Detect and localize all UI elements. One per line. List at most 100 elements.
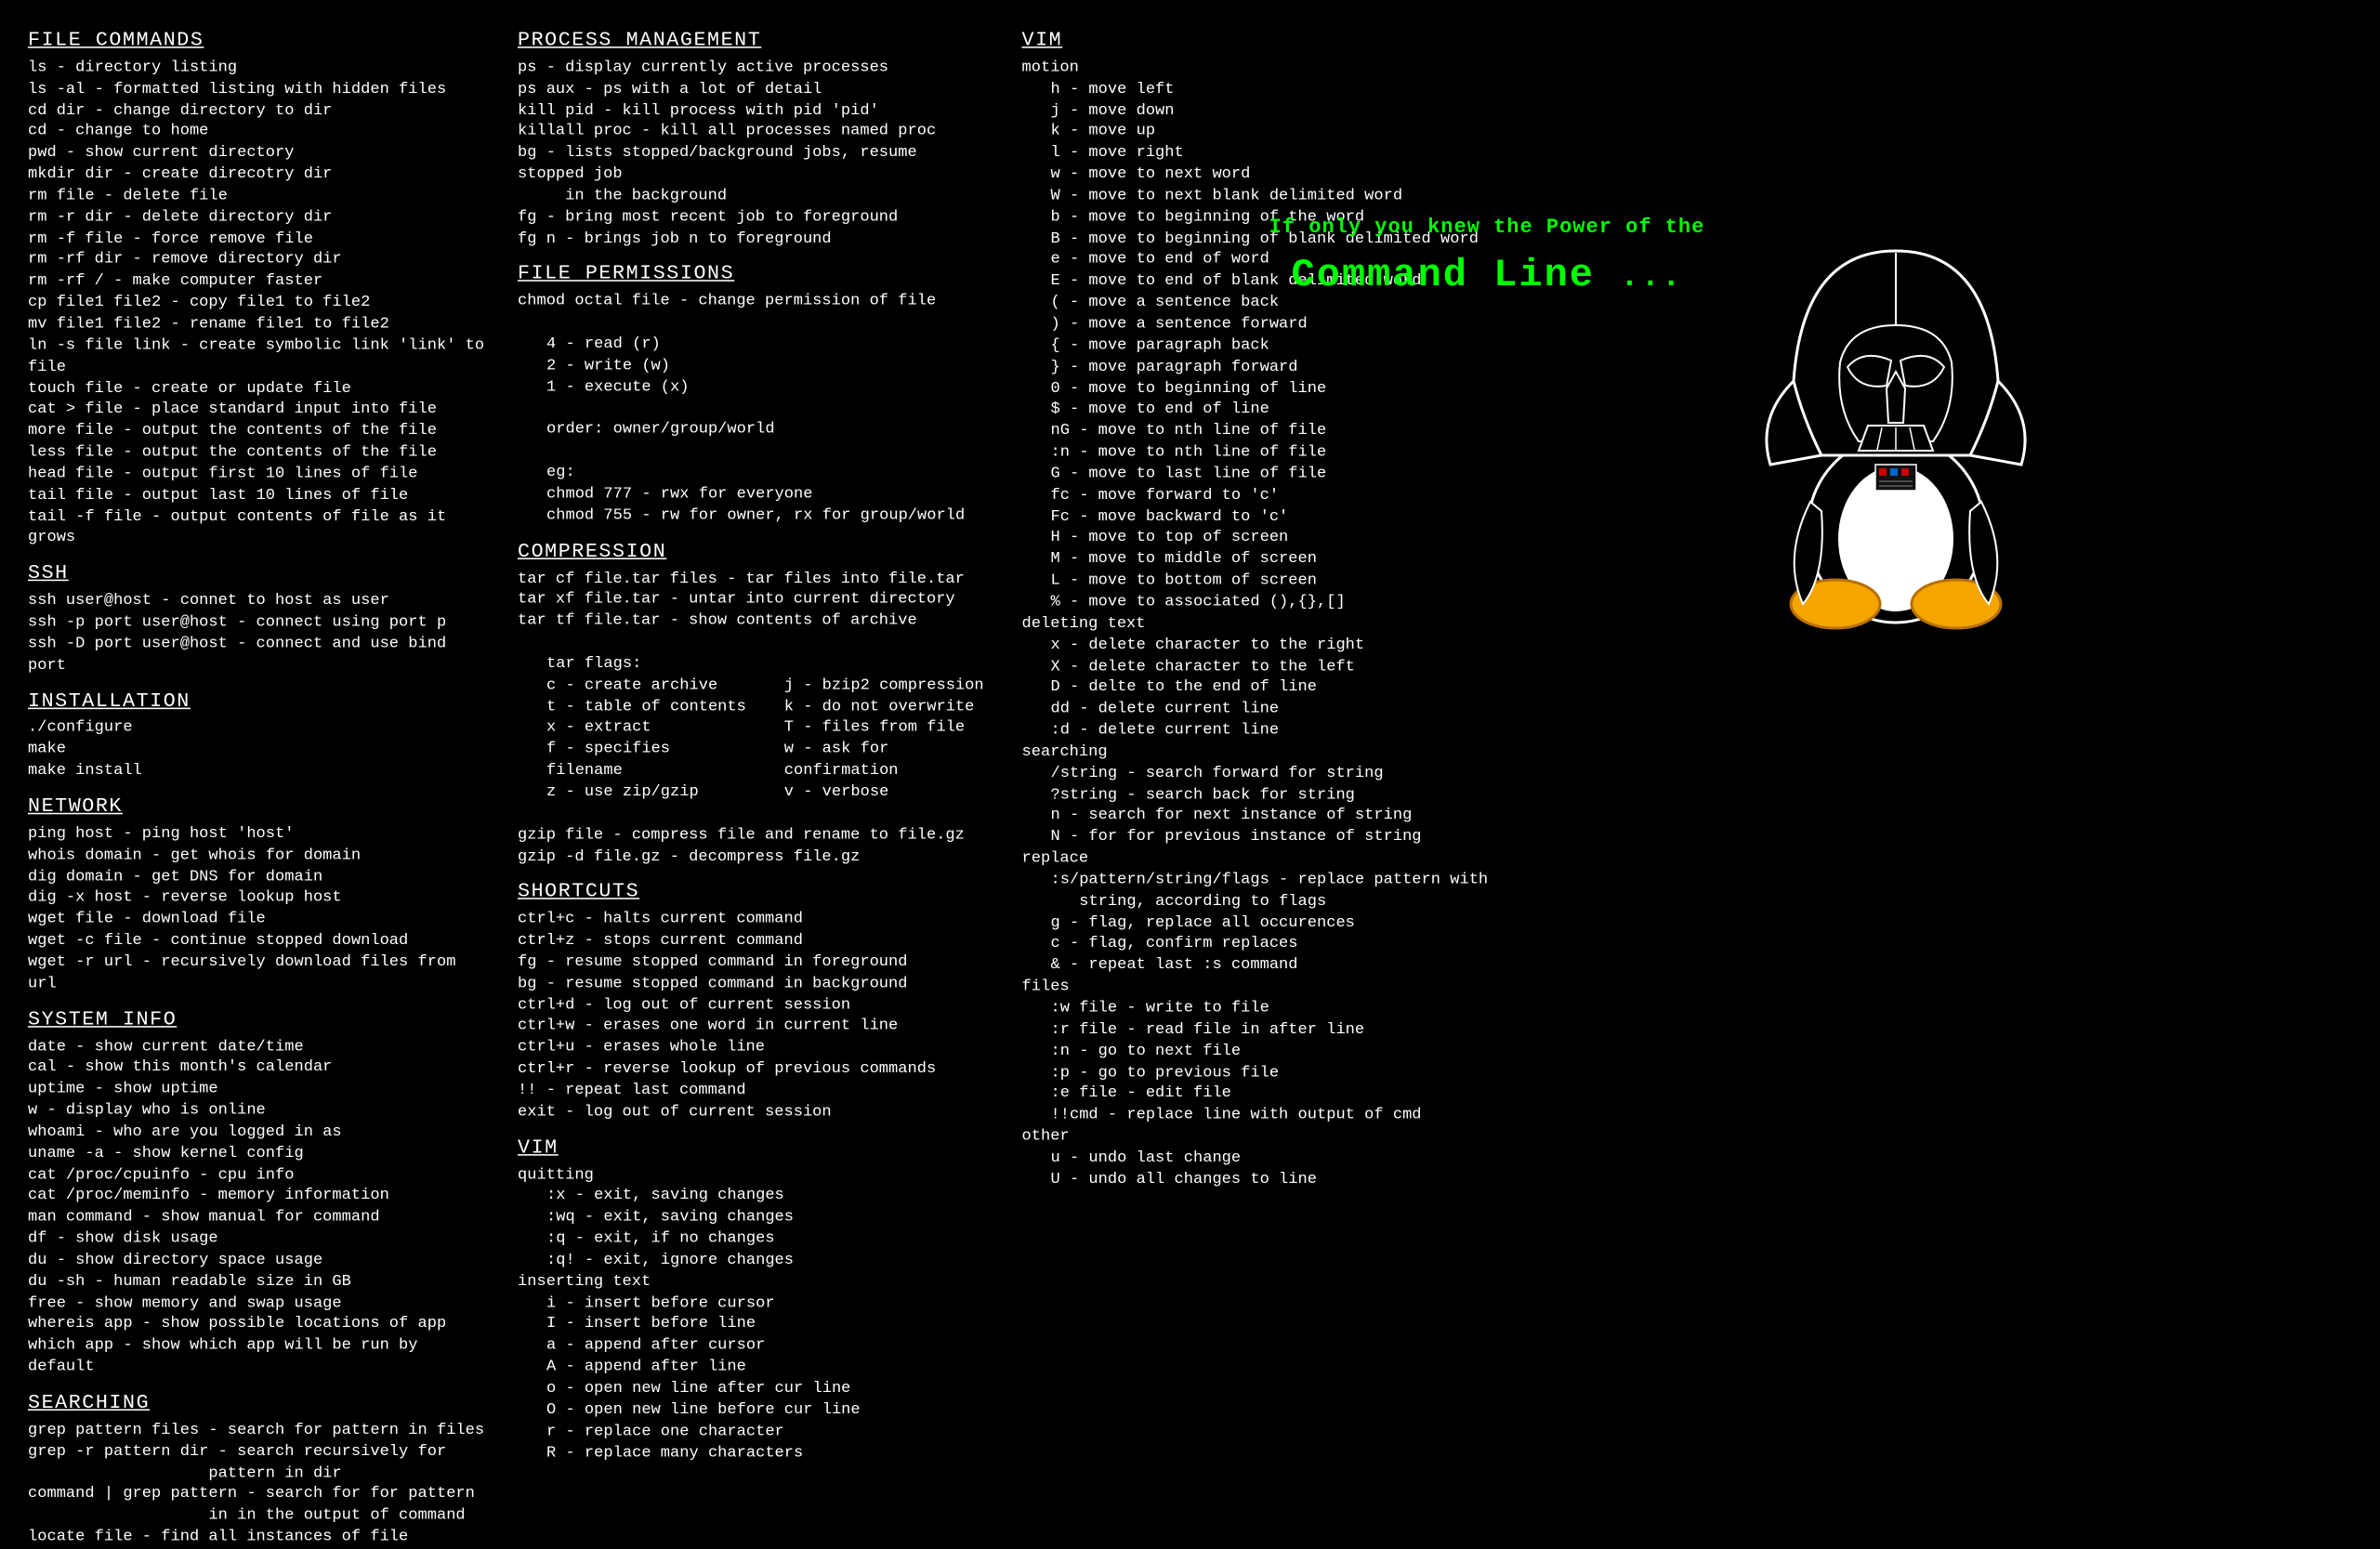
section-heading: FILE COMMANDS: [28, 28, 489, 55]
cheat-line: ctrl+d - log out of current session: [518, 995, 993, 1017]
cheat-line: :wq - exit, saving changes: [518, 1208, 993, 1229]
cheat-line: :q! - exit, ignore changes: [518, 1251, 993, 1272]
cheat-line: files: [1022, 978, 1541, 999]
cheat-line: cal - show this month's calendar: [28, 1058, 489, 1080]
cheat-line: du -sh - human readable size in GB: [28, 1272, 489, 1293]
cheat-line: mv file1 file2 - rename file1 to file2: [28, 314, 489, 335]
section-heading: NETWORK: [28, 794, 489, 821]
section-heading: SSH: [28, 561, 489, 588]
cheat-line: pattern in dir: [28, 1464, 489, 1485]
cheat-line: more file - output the contents of the f…: [28, 422, 489, 443]
cheat-line: fg n - brings job n to foreground: [518, 229, 993, 250]
cheat-line: make: [28, 740, 489, 761]
cheat-line: X - delete character to the left: [1022, 657, 1541, 678]
cheat-line: w - display who is online: [28, 1101, 489, 1122]
cheat-line: replace: [1022, 849, 1541, 871]
cheat-line: M - move to middle of screen: [1022, 550, 1541, 571]
cheat-line: :d - delete current line: [1022, 721, 1541, 742]
cheat-line: whereis app - show possible locations of…: [28, 1315, 489, 1336]
cheat-line: a - append after cursor: [518, 1336, 993, 1358]
cheat-line: chmod 777 - rwx for everyone: [518, 484, 993, 505]
column-1: FILE COMMANDSls - directory listingls -a…: [28, 28, 489, 1549]
cheat-line: ) - move a sentence forward: [1022, 314, 1541, 335]
cheat-line: R - replace many characters: [518, 1443, 993, 1464]
cheat-line: [518, 313, 993, 335]
cheat-line: [518, 441, 993, 463]
cheat-line: dd - delete current line: [1022, 700, 1541, 721]
cheat-line: :p - go to previous file: [1022, 1063, 1541, 1084]
cheat-line: bg - lists stopped/background jobs, resu…: [518, 143, 993, 186]
cheat-line: gzip -d file.gz - decompress file.gz: [518, 847, 993, 868]
cheat-line: motion: [1022, 58, 1541, 79]
cheat-line: O - open new line before cur line: [518, 1400, 993, 1422]
cheat-line: [518, 399, 993, 420]
cheat-line: ps - display currently active processes: [518, 58, 993, 79]
cheat-line: free - show memory and swap usage: [28, 1293, 489, 1315]
cheat-line: c - create archive: [546, 676, 756, 697]
cheat-line: gzip file - compress file and rename to …: [518, 825, 993, 847]
cheat-line: in in the output of command: [28, 1506, 489, 1528]
section-heading: FILE PERMISSIONS: [518, 262, 993, 289]
cheat-line: c - flag, confirm replaces: [1022, 935, 1541, 956]
cheat-line: ln -s file link - create symbolic link '…: [28, 335, 489, 378]
cheat-line: chmod octal file - change permission of …: [518, 292, 993, 313]
cheat-line: L - move to bottom of screen: [1022, 571, 1541, 593]
cheat-line: f - specifies filename: [546, 740, 756, 782]
cheat-line: quitting: [518, 1165, 993, 1187]
cheat-line: G - move to last line of file: [1022, 465, 1541, 486]
cheat-line: cd dir - change directory to dir: [28, 100, 489, 122]
cheat-line: rm file - delete file: [28, 186, 489, 207]
cheat-line: fg - resume stopped command in foregroun…: [518, 952, 993, 974]
cheat-line: order: owner/group/world: [518, 420, 993, 441]
tar-flags: c - create archivet - table of contentsx…: [518, 676, 993, 804]
section-heading: PROCESS MANAGEMENT: [518, 28, 993, 55]
cheat-line: & - repeat last :s command: [1022, 956, 1541, 978]
cheat-line: A - append after line: [518, 1358, 993, 1379]
cheat-line: 1 - execute (x): [518, 377, 993, 399]
cheat-line: H - move to top of screen: [1022, 529, 1541, 550]
tagline: If only you knew the Power of the Comman…: [1208, 214, 1766, 301]
cheat-line: ?string - search back for string: [1022, 785, 1541, 807]
section-heading: INSTALLATION: [28, 689, 489, 715]
cheat-line: rm -f file - force remove file: [28, 229, 489, 250]
cheat-line: g - flag, replace all occurences: [1022, 913, 1541, 935]
cheat-line: h - move left: [1022, 79, 1541, 100]
cheat-line: wget file - download file: [28, 910, 489, 931]
cheat-line: :e file - edit file: [1022, 1084, 1541, 1106]
cheat-line: tar flags:: [518, 654, 993, 676]
cheat-line: fg - bring most recent job to foreground: [518, 207, 993, 229]
cheat-line: rm -rf / - make computer faster: [28, 271, 489, 293]
cheat-line: ctrl+c - halts current command: [518, 910, 993, 931]
cheat-line: ssh user@host - connet to host as user: [28, 591, 489, 612]
cheat-line: I - insert before line: [518, 1315, 993, 1336]
cheat-line: x - extract: [546, 718, 756, 740]
cheat-line: grep pattern files - search for pattern …: [28, 1421, 489, 1442]
cheat-line: v - verbose: [784, 782, 993, 804]
cheat-line: % - move to associated (),{},[]: [1022, 593, 1541, 614]
cheat-line: w - move to next word: [1022, 164, 1541, 186]
cheat-line: which app - show which app will be run b…: [28, 1336, 489, 1379]
cheat-line: whoami - who are you logged in as: [28, 1122, 489, 1144]
cheat-line: command | grep pattern - search for for …: [28, 1485, 489, 1506]
cheat-line: killall proc - kill all processes named …: [518, 122, 993, 143]
cheat-line: exit - log out of current session: [518, 1102, 993, 1123]
cheat-line: :w file - write to file: [1022, 999, 1541, 1020]
cheat-line: :s/pattern/string/flags - replace patter…: [1022, 871, 1541, 892]
cheat-line: ps aux - ps with a lot of detail: [518, 79, 993, 100]
vader-tux-mascot: [1738, 223, 2054, 632]
cheat-line: :n - go to next file: [1022, 1042, 1541, 1063]
cheat-line: k - do not overwrite: [784, 697, 993, 718]
cheat-line: tar xf file.tar - untar into current dir…: [518, 590, 993, 611]
cheat-line: ssh -p port user@host - connect using po…: [28, 612, 489, 634]
cheat-line: df - show disk usage: [28, 1229, 489, 1251]
cheat-line: u - undo last change: [1022, 1149, 1541, 1170]
section-heading: VIM: [1022, 28, 1541, 55]
cheat-line: 0 - move to beginning of line: [1022, 378, 1541, 400]
section-heading: VIM: [518, 1135, 993, 1162]
section-heading: SEARCHING: [28, 1390, 489, 1417]
cheat-line: wget -c file - continue stopped download: [28, 931, 489, 952]
cheat-line: cat /proc/meminfo - memory information: [28, 1187, 489, 1208]
cheat-line: cp file1 file2 - copy file1 to file2: [28, 293, 489, 314]
cheat-line: j - move down: [1022, 100, 1541, 122]
tagline-line2: Command Line ...: [1208, 249, 1766, 302]
